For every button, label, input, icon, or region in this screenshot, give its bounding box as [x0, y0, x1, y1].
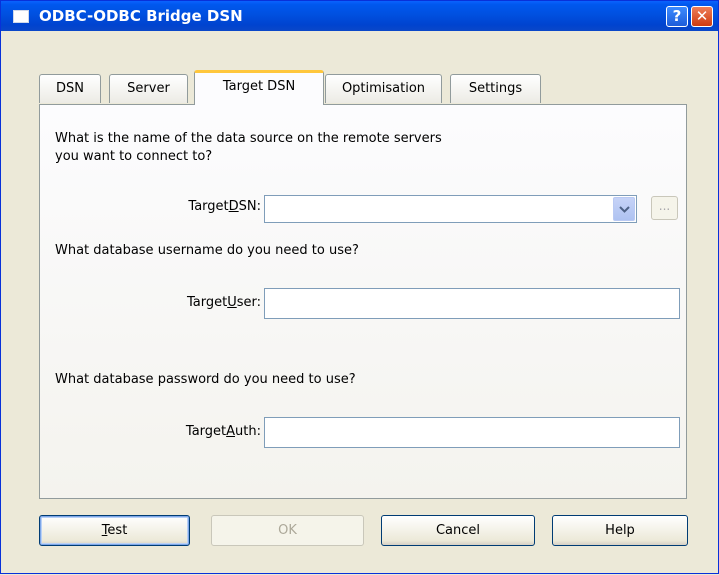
tab-dsn[interactable]: DSN — [39, 74, 101, 103]
cancel-button[interactable]: Cancel — [381, 515, 535, 546]
chevron-down-icon[interactable] — [613, 197, 635, 221]
help-button[interactable]: Help — [552, 515, 688, 546]
browse-button[interactable]: ... — [651, 196, 678, 220]
tab-label: Settings — [468, 81, 523, 96]
dialog-window: ODBC-ODBC Bridge DSN ? ✕ DSN Server Targ… — [0, 0, 719, 574]
tab-server[interactable]: Server — [109, 74, 188, 103]
tab-label: Target DSN — [222, 79, 296, 94]
tab-optimisation[interactable]: Optimisation — [325, 74, 442, 103]
tab-label: Optimisation — [341, 81, 426, 96]
title-bar[interactable]: ODBC-ODBC Bridge DSN ? ✕ — [1, 1, 718, 31]
tab-label: DSN — [56, 81, 84, 96]
close-icon[interactable]: ✕ — [691, 6, 713, 27]
target-auth-input[interactable] — [264, 417, 680, 448]
target-user-input[interactable] — [264, 288, 680, 319]
ok-button: OK — [211, 515, 364, 546]
tab-label: Server — [127, 81, 170, 96]
tab-settings[interactable]: Settings — [450, 74, 541, 103]
tab-target-dsn[interactable]: Target DSN — [194, 70, 324, 105]
window-title: ODBC-ODBC Bridge DSN — [39, 7, 243, 25]
test-button[interactable]: Test — [39, 515, 190, 546]
window-icon — [13, 10, 29, 23]
target-dsn-combobox[interactable] — [264, 195, 637, 223]
help-icon[interactable]: ? — [666, 6, 688, 27]
